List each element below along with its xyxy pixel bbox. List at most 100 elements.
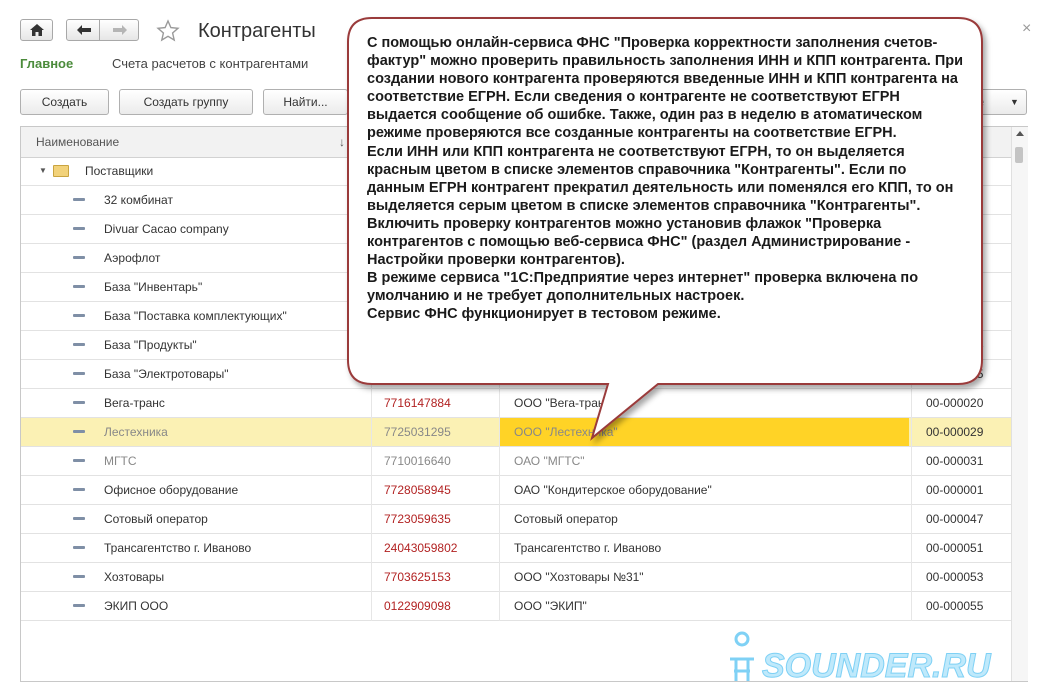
- column-divider: [911, 563, 912, 592]
- column-divider: [499, 592, 500, 621]
- row-name: Divuar Cacao company: [104, 222, 229, 236]
- home-button[interactable]: [20, 19, 53, 41]
- row-inn: 7716147884: [384, 396, 451, 410]
- create-group-button[interactable]: Создать группу: [119, 89, 253, 115]
- favorite-star-icon[interactable]: [156, 19, 180, 43]
- column-divider: [371, 447, 372, 476]
- item-icon: [73, 575, 85, 578]
- table-row[interactable]: ЭКИП ООО 0122909098 ООО "ЭКИП" 00-000055: [21, 592, 1011, 621]
- callout-paragraph: В режиме сервиса "1С:Предприятие через и…: [367, 270, 919, 305]
- row-full-name: Сотовый оператор: [514, 512, 618, 526]
- item-icon: [73, 227, 85, 230]
- row-full-name: ООО "Вега-транс": [514, 396, 615, 410]
- row-code: 00-000020: [926, 396, 984, 410]
- table-row[interactable]: Трансагентство г. Иваново 24043059802 Тран…: [21, 534, 1011, 563]
- column-divider: [911, 447, 912, 476]
- row-full-name: ООО "ЭКИП": [514, 599, 587, 613]
- item-icon: [73, 517, 85, 520]
- row-inn: 7728058945: [384, 483, 451, 497]
- table-row[interactable]: МГТС 7710016640 ОАО "МГТС" 00-000031: [21, 447, 1011, 476]
- item-icon: [73, 604, 85, 607]
- column-divider: [371, 331, 372, 360]
- row-name: База "Инвентарь": [104, 280, 203, 294]
- table-row[interactable]: Офисное оборудование 7728058945 ОАО "Конди…: [21, 476, 1011, 505]
- column-divider: [911, 505, 912, 534]
- column-divider: [911, 476, 912, 505]
- table-row[interactable]: Сотовый оператор 7723059635 Сотовый операт…: [21, 505, 1011, 534]
- table-row[interactable]: Лестехника 7725031295 ООО "Лестехника" 00-0…: [21, 418, 1011, 447]
- row-name: Поставщики: [85, 164, 154, 178]
- forward-button[interactable]: [99, 19, 139, 41]
- table-row[interactable]: База "Электротовары" 00-000015: [21, 360, 1011, 389]
- table-row[interactable]: База "Продукты" 00-000014: [21, 331, 1011, 360]
- row-inn: 7710016640: [384, 454, 451, 468]
- row-name: МГТС: [104, 454, 137, 468]
- scroll-thumb[interactable]: [1015, 147, 1023, 163]
- column-divider: [911, 418, 912, 447]
- column-divider: [499, 476, 500, 505]
- row-code: 00-000051: [926, 541, 984, 555]
- row-inn: 7723059635: [384, 512, 451, 526]
- close-icon[interactable]: ×: [1022, 20, 1031, 38]
- item-icon: [73, 198, 85, 201]
- item-icon: [73, 401, 85, 404]
- row-inn: 7703625153: [384, 570, 451, 584]
- row-full-name: ОАО "Кондитерское оборудование": [514, 483, 712, 497]
- section-main-link[interactable]: Главное: [20, 56, 73, 71]
- item-icon: [73, 546, 85, 549]
- row-name: ЭКИП ООО: [104, 599, 169, 613]
- row-code: 00-000014: [926, 338, 984, 352]
- row-name: 32 комбинат: [104, 193, 173, 207]
- chevron-down-icon: ▼: [1010, 97, 1019, 107]
- find-button[interactable]: Найти...: [263, 89, 348, 115]
- item-icon: [73, 256, 85, 259]
- row-full-name: ОАО "МГТС": [514, 454, 585, 468]
- row-name: Сотовый оператор: [104, 512, 208, 526]
- column-divider: [499, 447, 500, 476]
- row-inn: 0122909098: [384, 599, 451, 613]
- column-divider: [371, 389, 372, 418]
- column-divider: [911, 389, 912, 418]
- row-name: Вега-транс: [104, 396, 165, 410]
- row-inn: 7725031295: [384, 425, 451, 439]
- column-divider: [499, 389, 500, 418]
- column-divider: [911, 534, 912, 563]
- scroll-up-icon[interactable]: [1016, 131, 1024, 136]
- vertical-scrollbar[interactable]: [1011, 127, 1028, 681]
- column-divider: [911, 331, 912, 360]
- create-button[interactable]: Создать: [20, 89, 109, 115]
- page-title: Контрагенты: [198, 20, 316, 42]
- column-divider: [911, 360, 912, 389]
- column-divider: [499, 418, 500, 447]
- callout-paragraph: С помощью онлайн-сервиса ФНС "Проверка к…: [367, 35, 964, 142]
- home-icon: [30, 24, 44, 36]
- row-code: 00-000015: [926, 367, 984, 381]
- row-name: Трансагентство г. Иваново: [104, 541, 252, 555]
- item-icon: [73, 488, 85, 491]
- table-row[interactable]: Вега-транс 7716147884 ООО "Вега-транс" 00-0…: [21, 389, 1011, 418]
- row-full-name: ООО "Хозтовары №31": [514, 570, 644, 584]
- column-header-name[interactable]: Наименование: [36, 135, 119, 149]
- folder-icon: [53, 165, 69, 177]
- watermark-logo: SOUNDER.RU: [730, 631, 993, 686]
- callout-paragraph: Если ИНН или КПП контрагента не соответс…: [367, 143, 954, 269]
- row-code: 00-000047: [926, 512, 984, 526]
- column-divider: [371, 360, 372, 389]
- back-button[interactable]: [66, 19, 100, 41]
- section-accounts-link[interactable]: Счета расчетов с контрагентами: [112, 56, 308, 71]
- column-divider: [499, 563, 500, 592]
- watermark-text: SOUNDER.RU: [762, 647, 992, 685]
- expand-triangle-icon[interactable]: ▼: [39, 166, 47, 175]
- row-code: 00-000029: [926, 425, 984, 439]
- arrow-left-icon: [77, 25, 91, 35]
- row-code: 00-000001: [926, 483, 984, 497]
- column-divider: [499, 331, 500, 360]
- callout-paragraph: Сервис ФНС функционирует в тестовом режи…: [367, 306, 721, 323]
- item-icon: [73, 430, 85, 433]
- row-name: Лестехника: [104, 425, 168, 439]
- table-row[interactable]: Хозтовары 7703625153 ООО "Хозтовары №31" 00…: [21, 563, 1011, 592]
- item-icon: [73, 459, 85, 462]
- column-divider: [371, 418, 372, 447]
- column-divider: [371, 476, 372, 505]
- row-name: Аэрофлот: [104, 251, 161, 265]
